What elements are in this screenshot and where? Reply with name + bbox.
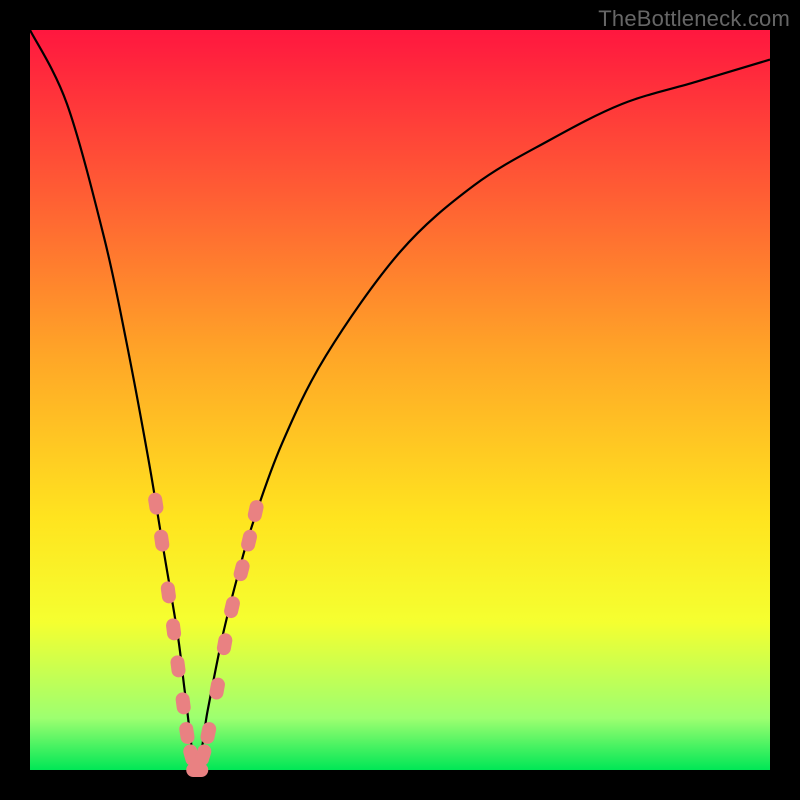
bead-marker <box>165 618 182 642</box>
bead-marker <box>170 655 187 679</box>
bead-marker <box>246 499 264 524</box>
curve-path <box>30 30 770 770</box>
bottleneck-curve <box>30 30 770 770</box>
bead-marker <box>223 595 242 620</box>
bead-marker <box>175 692 192 716</box>
plot-area <box>30 30 770 770</box>
bead-marker <box>232 558 251 583</box>
watermark-text: TheBottleneck.com <box>598 6 790 32</box>
bead-marker <box>153 529 170 553</box>
chart-frame: TheBottleneck.com <box>0 0 800 800</box>
bead-marker <box>147 492 164 516</box>
bead-marker <box>160 581 177 605</box>
bead-marker <box>178 721 195 745</box>
bead-group <box>147 492 265 777</box>
bead-marker <box>240 528 259 553</box>
